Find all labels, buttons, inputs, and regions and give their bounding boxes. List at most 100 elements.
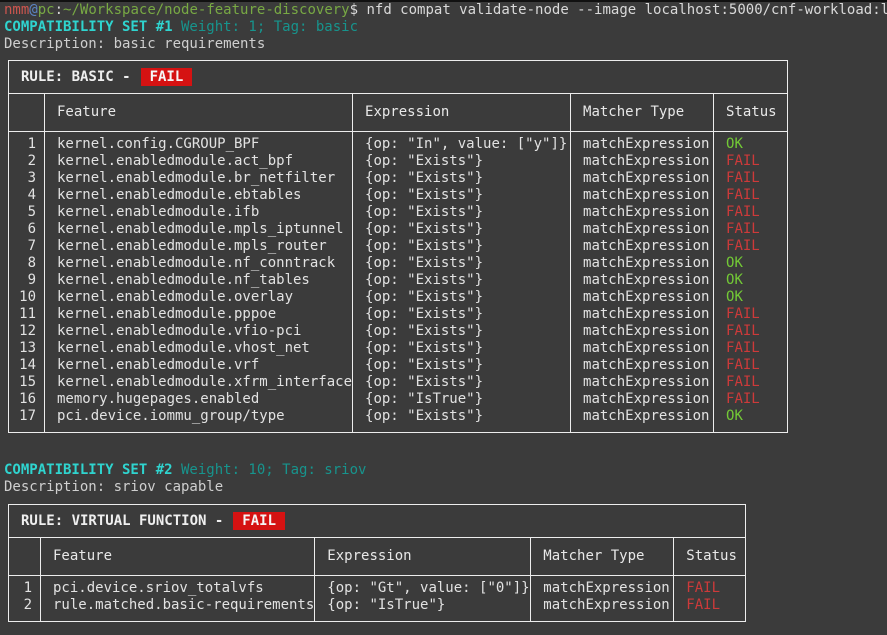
table-row: 8kernel.enabledmodule.nf_conntrack{op: "…	[9, 255, 788, 272]
rule-header-row: RULE: VIRTUAL FUNCTION - FAIL	[9, 505, 746, 538]
row-number: 5	[9, 204, 45, 221]
table-row: 12kernel.enabledmodule.vfio-pci{op: "Exi…	[9, 323, 788, 340]
expression-cell: {op: "Exists"}	[353, 204, 571, 221]
column-header-row: Feature Expression Matcher Type Status	[9, 538, 746, 576]
status-cell: FAIL	[674, 576, 746, 598]
feature-cell: kernel.enabledmodule.pppoe	[45, 306, 353, 323]
expression-cell: {op: "Exists"}	[353, 272, 571, 289]
matcher-type-cell: matchExpression	[571, 391, 714, 408]
matcher-type-cell: matchExpression	[571, 187, 714, 204]
matcher-type-cell: matchExpression	[571, 272, 714, 289]
prompt-separator: :	[55, 2, 63, 18]
feature-cell: kernel.enabledmodule.mpls_router	[45, 238, 353, 255]
prompt-line: nmm@pc:~/Workspace/node-feature-discover…	[0, 2, 887, 19]
status-cell: FAIL	[674, 597, 746, 622]
expression-cell: {op: "Exists"}	[353, 221, 571, 238]
col-feature: Feature	[45, 94, 353, 132]
rule-status-badge: FAIL	[141, 68, 193, 86]
table-row: 9kernel.enabledmodule.nf_tables{op: "Exi…	[9, 272, 788, 289]
table-row: 1pci.device.sriov_totalvfs{op: "Gt", val…	[9, 576, 746, 598]
set2-meta: Weight: 10; Tag: sriov	[173, 462, 367, 478]
col-status: Status	[714, 94, 788, 132]
feature-cell: memory.hugepages.enabled	[45, 391, 353, 408]
set2-description: Description: sriov capable	[0, 479, 887, 496]
table-row: 10kernel.enabledmodule.overlay{op: "Exis…	[9, 289, 788, 306]
matcher-type-cell: matchExpression	[571, 170, 714, 187]
row-number: 8	[9, 255, 45, 272]
feature-cell: kernel.enabledmodule.overlay	[45, 289, 353, 306]
feature-cell: kernel.enabledmodule.vfio-pci	[45, 323, 353, 340]
status-cell: FAIL	[714, 221, 788, 238]
feature-cell: kernel.enabledmodule.nf_tables	[45, 272, 353, 289]
row-number: 6	[9, 221, 45, 238]
row-number: 13	[9, 340, 45, 357]
rule-header-row: RULE: BASIC - FAIL	[9, 61, 788, 94]
expression-cell: {op: "Exists"}	[353, 289, 571, 306]
matcher-type-cell: matchExpression	[571, 221, 714, 238]
set1-meta: Weight: 1; Tag: basic	[173, 19, 358, 35]
matcher-type-cell: matchExpression	[531, 576, 674, 598]
expression-cell: {op: "IsTrue"}	[353, 391, 571, 408]
expression-cell: {op: "IsTrue"}	[315, 597, 531, 622]
expression-cell: {op: "In", value: ["y"]}	[353, 132, 571, 154]
table-row: 2rule.matched.basic-requirements{op: "Is…	[9, 597, 746, 622]
expression-cell: {op: "Exists"}	[353, 153, 571, 170]
feature-cell: kernel.enabledmodule.xfrm_interface	[45, 374, 353, 391]
status-cell: OK	[714, 289, 788, 306]
col-matcher-type: Matcher Type	[571, 94, 714, 132]
feature-cell: kernel.enabledmodule.ifb	[45, 204, 353, 221]
feature-cell: kernel.enabledmodule.nf_conntrack	[45, 255, 353, 272]
matcher-type-cell: matchExpression	[571, 357, 714, 374]
rule-label: RULE: VIRTUAL FUNCTION -	[21, 513, 223, 529]
table-row: 15kernel.enabledmodule.xfrm_interface{op…	[9, 374, 788, 391]
table-row: 5kernel.enabledmodule.ifb{op: "Exists"}m…	[9, 204, 788, 221]
col-expression: Expression	[315, 538, 531, 576]
status-cell: FAIL	[714, 238, 788, 255]
row-number: 3	[9, 170, 45, 187]
expression-cell: {op: "Exists"}	[353, 340, 571, 357]
feature-cell: rule.matched.basic-requirements	[41, 597, 315, 622]
rule-status-badge: FAIL	[233, 512, 285, 530]
col-number	[9, 94, 45, 132]
status-cell: FAIL	[714, 391, 788, 408]
feature-cell: kernel.enabledmodule.vrf	[45, 357, 353, 374]
status-cell: OK	[714, 255, 788, 272]
table-row: 13kernel.enabledmodule.vhost_net{op: "Ex…	[9, 340, 788, 357]
expression-cell: {op: "Exists"}	[353, 408, 571, 433]
matcher-type-cell: matchExpression	[571, 374, 714, 391]
matcher-type-cell: matchExpression	[571, 408, 714, 433]
table-row: 16memory.hugepages.enabled{op: "IsTrue"}…	[9, 391, 788, 408]
column-header-row: Feature Expression Matcher Type Status	[9, 94, 788, 132]
matcher-type-cell: matchExpression	[571, 238, 714, 255]
feature-cell: kernel.enabledmodule.act_bpf	[45, 153, 353, 170]
status-cell: FAIL	[714, 204, 788, 221]
table-row: 11kernel.enabledmodule.pppoe{op: "Exists…	[9, 306, 788, 323]
row-number: 14	[9, 357, 45, 374]
expression-cell: {op: "Exists"}	[353, 238, 571, 255]
row-number: 17	[9, 408, 45, 433]
table-row: 2kernel.enabledmodule.act_bpf{op: "Exist…	[9, 153, 788, 170]
status-cell: FAIL	[714, 340, 788, 357]
rule-table-virtual-function: RULE: VIRTUAL FUNCTION - FAIL Feature Exp…	[8, 504, 746, 622]
status-cell: OK	[714, 408, 788, 433]
matcher-type-cell: matchExpression	[571, 255, 714, 272]
row-number: 1	[9, 132, 45, 154]
row-number: 1	[9, 576, 41, 598]
rule-label: RULE: BASIC -	[21, 69, 131, 85]
expression-cell: {op: "Exists"}	[353, 187, 571, 204]
row-number: 2	[9, 153, 45, 170]
expression-cell: {op: "Exists"}	[353, 306, 571, 323]
table-row: 3kernel.enabledmodule.br_netfilter{op: "…	[9, 170, 788, 187]
table-row: 14kernel.enabledmodule.vrf{op: "Exists"}…	[9, 357, 788, 374]
row-number: 16	[9, 391, 45, 408]
matcher-type-cell: matchExpression	[571, 306, 714, 323]
feature-cell: pci.device.sriov_totalvfs	[41, 576, 315, 598]
matcher-type-cell: matchExpression	[531, 597, 674, 622]
rule-table-basic: RULE: BASIC - FAIL Feature Expression Mat…	[8, 60, 788, 433]
prompt-dollar: $	[350, 2, 367, 18]
table-row: 1kernel.config.CGROUP_BPF{op: "In", valu…	[9, 132, 788, 154]
expression-cell: {op: "Exists"}	[353, 323, 571, 340]
matcher-type-cell: matchExpression	[571, 204, 714, 221]
status-cell: FAIL	[714, 187, 788, 204]
col-number	[9, 538, 41, 576]
